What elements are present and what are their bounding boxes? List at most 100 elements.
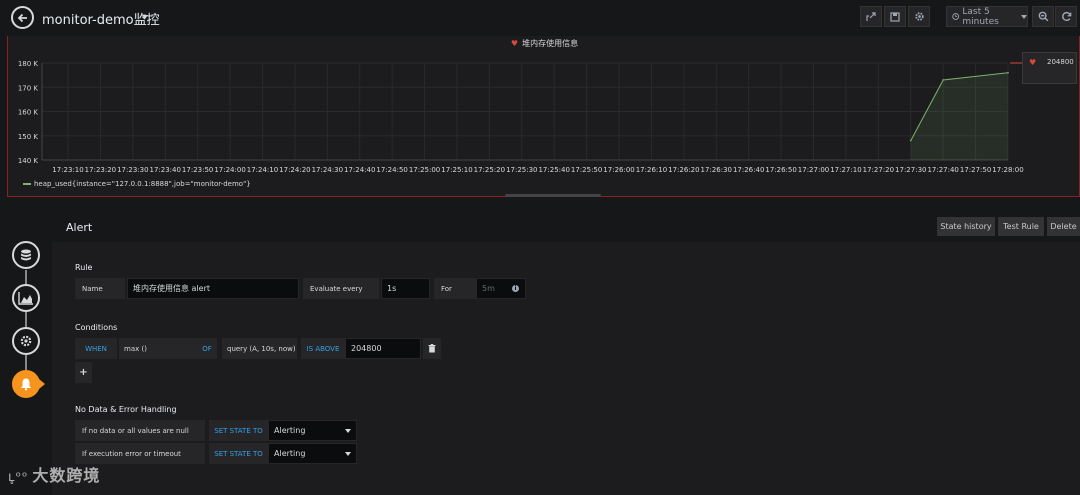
x-tick-label: 17:28:00 bbox=[992, 166, 1023, 174]
active-pointer bbox=[39, 379, 45, 389]
conditions-section-label: Conditions bbox=[75, 323, 118, 332]
nav-general[interactable] bbox=[12, 327, 40, 355]
nodata-state-value: Alerting bbox=[274, 426, 306, 435]
x-tick-label: 17:26:10 bbox=[636, 166, 667, 174]
y-tick-label: 150 K bbox=[18, 133, 39, 141]
set-state-keyword: SET STATE TO bbox=[209, 420, 268, 441]
panel-resize-handle[interactable] bbox=[505, 194, 601, 197]
watermark-text: 大数跨境 bbox=[32, 466, 101, 485]
state-history-button[interactable]: State history bbox=[937, 217, 995, 236]
alert-editor: Alert State history Test Rule Delete Rul… bbox=[52, 212, 1080, 495]
x-tick-label: 17:24:30 bbox=[312, 166, 343, 174]
chevron-down-icon[interactable] bbox=[142, 15, 148, 19]
panel-editor-sidebar bbox=[0, 212, 50, 495]
evaluate-every-input[interactable]: 1s bbox=[381, 278, 430, 299]
y-tick-label: 160 K bbox=[18, 109, 39, 117]
threshold-input[interactable]: 204800 bbox=[345, 338, 421, 359]
x-tick-label: 17:24:00 bbox=[214, 166, 245, 174]
share-button[interactable] bbox=[860, 6, 882, 27]
alert-header: Alert State history Test Rule Delete bbox=[52, 212, 1080, 242]
for-input[interactable]: 5m i bbox=[476, 278, 526, 299]
x-tick-label: 17:26:30 bbox=[701, 166, 732, 174]
arrow-left-icon bbox=[17, 13, 27, 22]
legend-swatch bbox=[23, 183, 31, 185]
chart-area-icon bbox=[18, 292, 33, 305]
data-point bbox=[942, 79, 944, 81]
nav-visualization[interactable] bbox=[12, 284, 40, 312]
x-tick-label: 17:25:20 bbox=[474, 166, 505, 174]
x-tick-label: 17:24:20 bbox=[279, 166, 310, 174]
alert-title: Alert bbox=[66, 221, 93, 234]
trash-icon bbox=[428, 344, 436, 353]
plus-icon: + bbox=[79, 367, 88, 378]
x-tick-label: 17:23:50 bbox=[182, 166, 213, 174]
execution-error-label: If execution error or timeout bbox=[75, 443, 205, 464]
x-tick-label: 17:23:20 bbox=[85, 166, 116, 174]
share-icon bbox=[866, 11, 876, 21]
watermark-logo: ʟ̥ᵒᵒ 大数跨境 bbox=[8, 462, 100, 486]
when-keyword: WHEN bbox=[75, 338, 117, 359]
graph-panel: ♥ 堆内存使用信息 180 K 170 K 160 K 150 K 140 K 17:23:… bbox=[7, 36, 1080, 197]
chevron-down-icon bbox=[1021, 14, 1027, 19]
watermark-mark: ʟ̥ᵒᵒ bbox=[8, 470, 29, 485]
refresh-button[interactable] bbox=[1055, 6, 1077, 27]
x-tick-label: 17:25:30 bbox=[506, 166, 537, 174]
add-condition-button[interactable]: + bbox=[75, 362, 92, 383]
chevron-down-icon bbox=[345, 429, 351, 433]
for-input-placeholder: 5m bbox=[482, 284, 495, 293]
execution-error-state-select[interactable]: Alerting bbox=[268, 443, 357, 464]
time-picker-button[interactable]: Last 5 minutes bbox=[946, 6, 1028, 27]
evaluator-select[interactable]: IS ABOVE bbox=[301, 338, 345, 359]
save-button[interactable] bbox=[884, 6, 906, 27]
test-rule-button[interactable]: Test Rule bbox=[998, 217, 1044, 236]
legend-item[interactable]: heap_used{instance="127.0.0.1:8888",job=… bbox=[23, 180, 251, 188]
database-icon bbox=[21, 249, 31, 261]
x-tick-label: 17:27:20 bbox=[863, 166, 894, 174]
info-icon[interactable]: i bbox=[512, 285, 519, 292]
x-tick-label: 17:25:00 bbox=[409, 166, 440, 174]
rule-section-label: Rule bbox=[75, 263, 93, 272]
y-tick-label: 170 K bbox=[18, 84, 39, 92]
gear-icon bbox=[20, 335, 32, 347]
nodata-label: If no data or all values are null bbox=[75, 420, 205, 441]
x-tick-label: 17:23:10 bbox=[52, 166, 83, 174]
nav-alert[interactable] bbox=[12, 370, 40, 398]
top-navbar: monitor-demo监控 Last 5 minutes bbox=[0, 0, 1080, 34]
y-tick-label: 140 K bbox=[18, 157, 39, 165]
for-label: For bbox=[434, 278, 476, 299]
gear-icon bbox=[914, 12, 924, 21]
legend-label: heap_used{instance="127.0.0.1:8888",job=… bbox=[34, 180, 251, 188]
clock-icon bbox=[952, 13, 960, 20]
data-point bbox=[909, 139, 912, 142]
x-tick-label: 17:25:40 bbox=[538, 166, 569, 174]
x-tick-label: 17:24:10 bbox=[247, 166, 278, 174]
threshold-value: 204800 bbox=[1047, 58, 1074, 66]
nodata-state-select[interactable]: Alerting bbox=[268, 420, 357, 441]
back-button[interactable] bbox=[11, 6, 34, 29]
of-keyword: OF bbox=[197, 338, 217, 359]
chevron-down-icon bbox=[345, 452, 351, 456]
x-tick-label: 17:27:10 bbox=[830, 166, 861, 174]
delete-button[interactable]: Delete bbox=[1047, 217, 1080, 236]
heap-chart[interactable]: 180 K 170 K 160 K 150 K 140 K 17:23:10 17:23:2… bbox=[8, 36, 1080, 181]
settings-button[interactable] bbox=[908, 6, 930, 27]
refresh-icon bbox=[1061, 11, 1071, 22]
threshold-tooltip: ♥ 204800 bbox=[1022, 52, 1077, 84]
bell-icon bbox=[21, 378, 31, 391]
x-tick-label: 17:26:40 bbox=[733, 166, 764, 174]
zoom-out-button[interactable] bbox=[1032, 6, 1054, 27]
x-tick-label: 17:26:00 bbox=[603, 166, 634, 174]
x-tick-label: 17:27:30 bbox=[895, 166, 926, 174]
save-icon bbox=[890, 11, 900, 22]
reducer-select[interactable]: max () bbox=[119, 338, 197, 359]
set-state-keyword: SET STATE TO bbox=[209, 443, 268, 464]
execution-error-state-value: Alerting bbox=[274, 449, 306, 458]
heart-icon: ♥ bbox=[1029, 58, 1037, 67]
nav-queries[interactable] bbox=[12, 241, 40, 269]
remove-condition-button[interactable] bbox=[423, 338, 441, 359]
y-tick-label: 180 K bbox=[18, 60, 39, 68]
rule-name-input[interactable]: 堆内存使用信息 alert bbox=[127, 278, 299, 299]
x-tick-label: 17:25:10 bbox=[441, 166, 472, 174]
query-select[interactable]: query (A, 10s, now) bbox=[222, 338, 297, 359]
x-tick-label: 17:27:00 bbox=[798, 166, 829, 174]
